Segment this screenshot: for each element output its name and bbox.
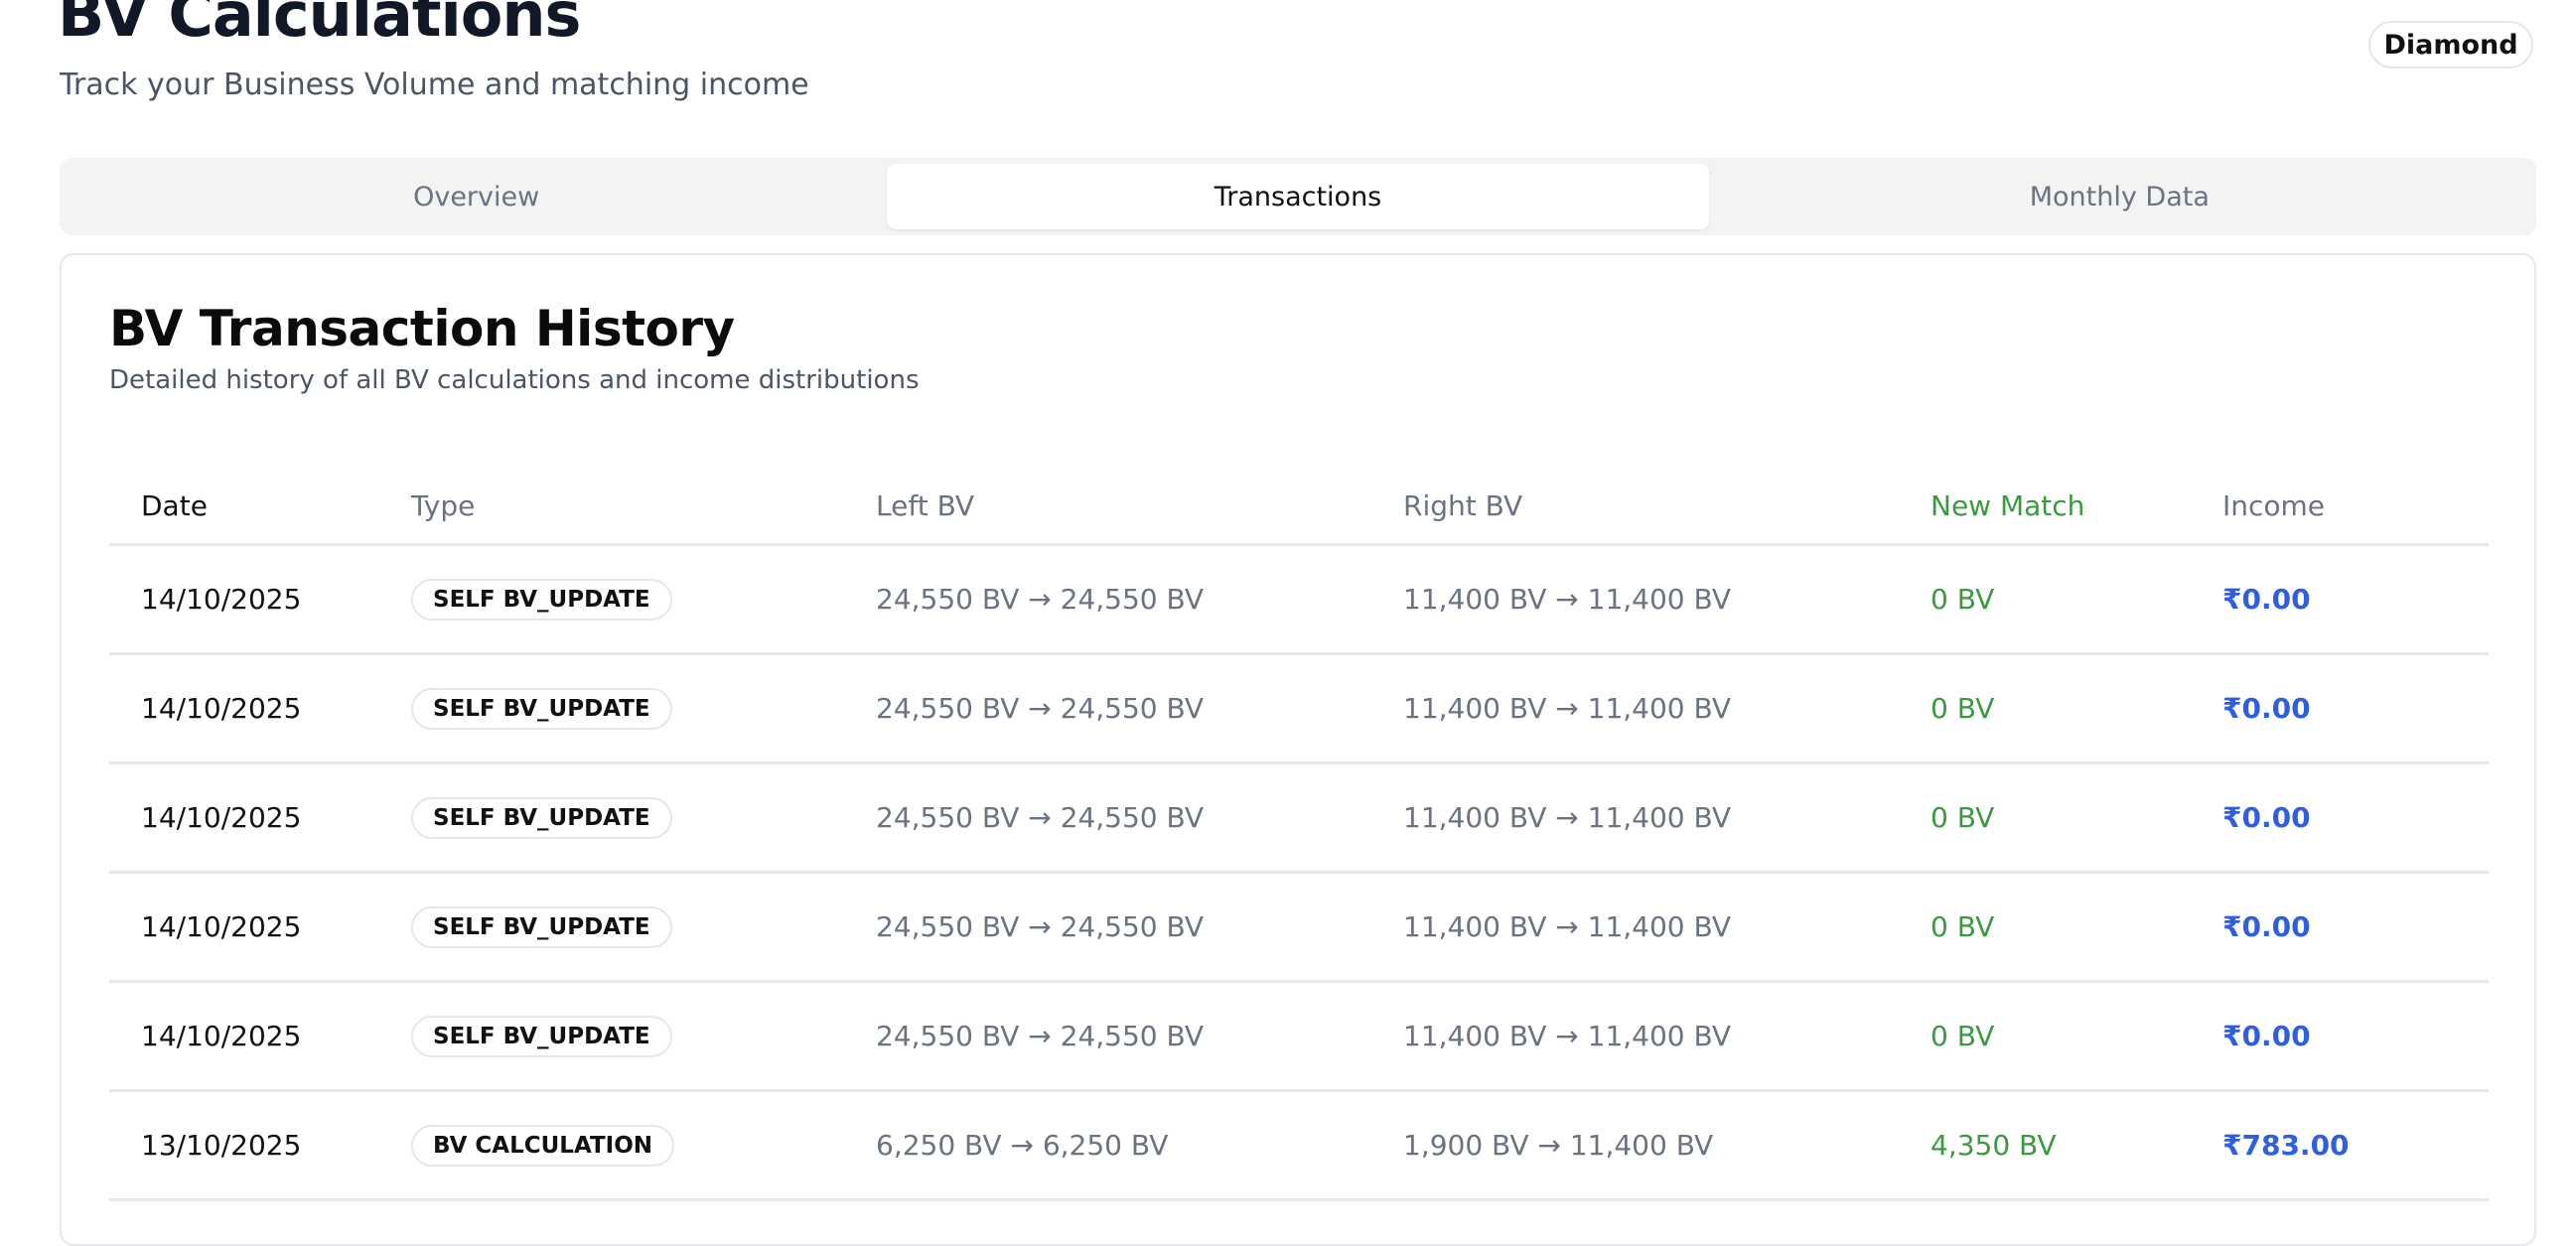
new-match-cell: 0 BV [1931, 544, 2222, 655]
income-cell: ₹0.00 [2222, 981, 2489, 1092]
type-cell: SELF BV_UPDATE [411, 544, 876, 655]
table-row: 13/10/2025 BV CALCULATION 6,250 BV → 6,250… [109, 1090, 2489, 1201]
date-cell: 14/10/2025 [109, 981, 411, 1092]
new-match-cell: 0 BV [1931, 762, 2222, 874]
card-title: BV Transaction History [109, 300, 735, 357]
column-header-new-match: New Match [1931, 468, 2222, 546]
income-cell: ₹0.00 [2222, 544, 2489, 655]
income-cell: ₹783.00 [2222, 1090, 2489, 1201]
income-cell: ₹0.00 [2222, 653, 2489, 764]
type-cell: BV CALCULATION [411, 1090, 876, 1201]
column-header-income: Income [2222, 468, 2489, 546]
date-cell: 14/10/2025 [109, 872, 411, 983]
type-badge: SELF BV_UPDATE [411, 687, 672, 730]
type-cell: SELF BV_UPDATE [411, 981, 876, 1092]
column-header-date: Date [109, 468, 411, 546]
page-subtitle: Track your Business Volume and matching … [60, 68, 809, 102]
type-badge: SELF BV_UPDATE [411, 578, 672, 621]
date-cell: 14/10/2025 [109, 544, 411, 655]
right-bv-cell: 11,400 BV → 11,400 BV [1403, 544, 1931, 655]
new-match-cell: 0 BV [1931, 653, 2222, 764]
column-header-right-bv: Right BV [1403, 468, 1931, 546]
transactions-table: Date Type Left BV Right BV New Match Inc… [109, 468, 2489, 1201]
tab-overview[interactable]: Overview [66, 164, 887, 229]
right-bv-cell: 11,400 BV → 11,400 BV [1403, 981, 1931, 1092]
left-bv-cell: 24,550 BV → 24,550 BV [876, 762, 1403, 874]
tab-bar: Overview Transactions Monthly Data [60, 158, 2536, 235]
left-bv-cell: 24,550 BV → 24,550 BV [876, 872, 1403, 983]
table-header-row: Date Type Left BV Right BV New Match Inc… [109, 468, 2489, 546]
right-bv-cell: 1,900 BV → 11,400 BV [1403, 1090, 1931, 1201]
income-cell: ₹0.00 [2222, 872, 2489, 983]
table-row: 14/10/2025 SELF BV_UPDATE 24,550 BV → 24,5… [109, 981, 2489, 1092]
page-title: BV Calculations [58, 0, 581, 51]
type-cell: SELF BV_UPDATE [411, 872, 876, 983]
date-cell: 14/10/2025 [109, 653, 411, 764]
column-header-left-bv: Left BV [876, 468, 1403, 546]
transaction-history-card: BV Transaction History Detailed history … [60, 253, 2536, 1246]
right-bv-cell: 11,400 BV → 11,400 BV [1403, 872, 1931, 983]
left-bv-cell: 24,550 BV → 24,550 BV [876, 653, 1403, 764]
table-row: 14/10/2025 SELF BV_UPDATE 24,550 BV → 24,5… [109, 872, 2489, 983]
left-bv-cell: 6,250 BV → 6,250 BV [876, 1090, 1403, 1201]
column-header-type: Type [411, 468, 876, 546]
right-bv-cell: 11,400 BV → 11,400 BV [1403, 653, 1931, 764]
new-match-cell: 4,350 BV [1931, 1090, 2222, 1201]
tab-transactions[interactable]: Transactions [887, 164, 1709, 229]
date-cell: 14/10/2025 [109, 762, 411, 874]
left-bv-cell: 24,550 BV → 24,550 BV [876, 981, 1403, 1092]
type-badge: BV CALCULATION [411, 1124, 675, 1167]
date-cell: 13/10/2025 [109, 1090, 411, 1201]
table-row: 14/10/2025 SELF BV_UPDATE 24,550 BV → 24,5… [109, 762, 2489, 874]
rank-badge: Diamond [2368, 21, 2533, 69]
left-bv-cell: 24,550 BV → 24,550 BV [876, 544, 1403, 655]
type-badge: SELF BV_UPDATE [411, 905, 672, 948]
type-badge: SELF BV_UPDATE [411, 1015, 672, 1057]
new-match-cell: 0 BV [1931, 872, 2222, 983]
type-cell: SELF BV_UPDATE [411, 653, 876, 764]
new-match-cell: 0 BV [1931, 981, 2222, 1092]
right-bv-cell: 11,400 BV → 11,400 BV [1403, 762, 1931, 874]
table-row: 14/10/2025 SELF BV_UPDATE 24,550 BV → 24,5… [109, 544, 2489, 655]
type-cell: SELF BV_UPDATE [411, 762, 876, 874]
card-description: Detailed history of all BV calculations … [109, 365, 920, 395]
tab-monthly-data[interactable]: Monthly Data [1709, 164, 2530, 229]
type-badge: SELF BV_UPDATE [411, 796, 672, 839]
income-cell: ₹0.00 [2222, 762, 2489, 874]
table-row: 14/10/2025 SELF BV_UPDATE 24,550 BV → 24,5… [109, 653, 2489, 764]
